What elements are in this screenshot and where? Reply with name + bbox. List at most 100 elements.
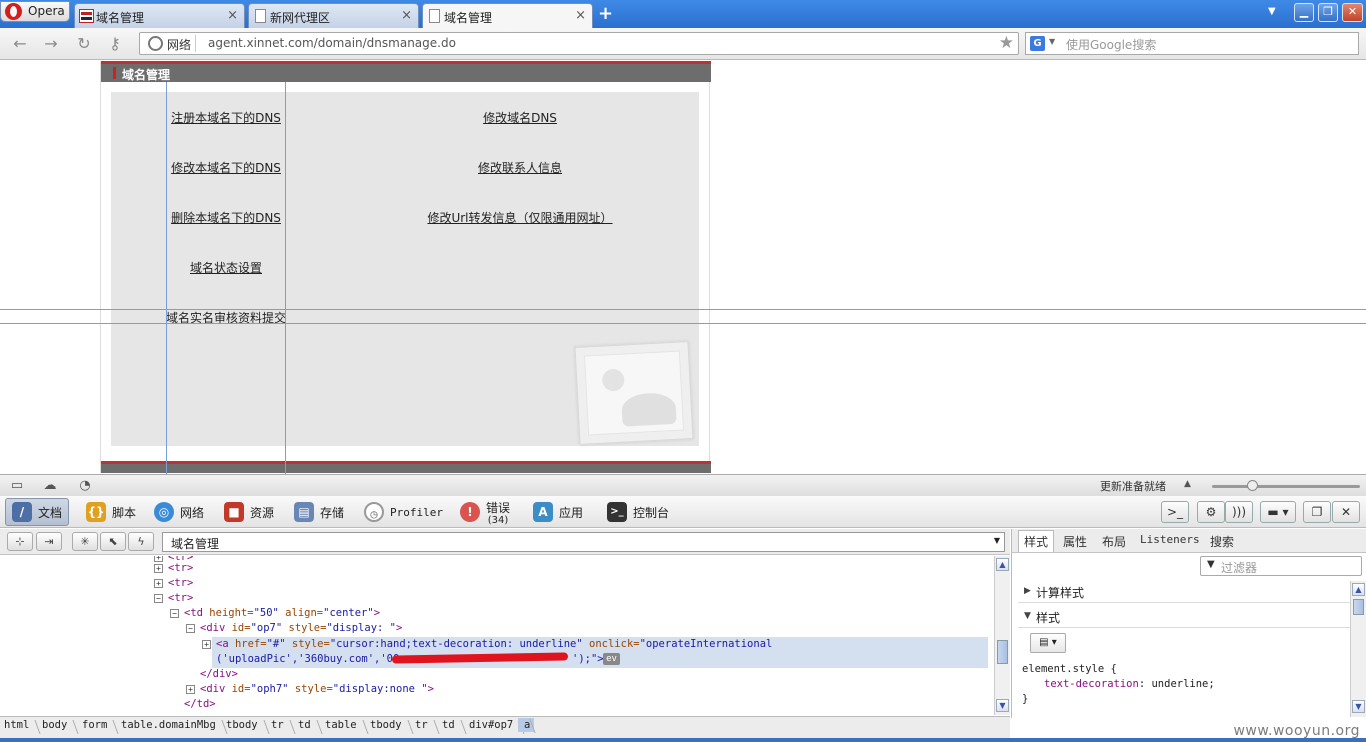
- link-modify-contact[interactable]: 修改联系人信息: [478, 159, 562, 176]
- expand-icon[interactable]: +: [154, 564, 163, 573]
- document-select[interactable]: 域名管理 ▼: [162, 532, 1005, 552]
- scroll-down-icon[interactable]: ▼: [1352, 700, 1365, 713]
- chevron-down-icon[interactable]: ▼: [1049, 37, 1055, 46]
- section-styles[interactable]: ▼ 样式: [1018, 606, 1350, 628]
- restore-button[interactable]: ❐: [1318, 3, 1338, 22]
- tab-network[interactable]: ◎ 网络: [148, 498, 210, 526]
- address-bar[interactable]: 网络 agent.xinnet.com/domain/dnsmanage.do …: [139, 32, 1019, 55]
- path-segment[interactable]: table: [325, 719, 367, 731]
- reload-icon[interactable]: ↻: [73, 34, 95, 54]
- path-segment[interactable]: tr: [271, 719, 294, 731]
- dom-tree-scrollbar[interactable]: ▲ ▼: [994, 556, 1010, 715]
- zoom-up-icon[interactable]: ▲: [1184, 479, 1191, 489]
- url-text[interactable]: agent.xinnet.com/domain/dnsmanage.do: [208, 36, 456, 50]
- console-toggle-icon[interactable]: >_: [1161, 501, 1189, 523]
- zoom-slider-knob[interactable]: [1247, 480, 1258, 491]
- tree-node-td[interactable]: <td height="50" align="center">: [184, 606, 380, 621]
- settings-gear-icon[interactable]: ⚙: [1197, 501, 1225, 523]
- tab-listeners[interactable]: Listeners: [1140, 533, 1200, 546]
- expand-icon[interactable]: +: [186, 685, 195, 694]
- path-segment-active[interactable]: a: [518, 718, 535, 732]
- link-modify-dns[interactable]: 修改本域名下的DNS: [171, 159, 281, 176]
- scroll-thumb[interactable]: [997, 640, 1008, 664]
- panel-toggle-icon[interactable]: ▭: [9, 478, 25, 493]
- scroll-down-icon[interactable]: ▼: [996, 699, 1009, 712]
- google-icon[interactable]: G: [1030, 36, 1045, 51]
- event-listener-badge[interactable]: ev: [603, 653, 620, 665]
- expand-icon[interactable]: +: [154, 579, 163, 588]
- scroll-thumb[interactable]: [1353, 599, 1364, 615]
- minimize-button[interactable]: ▁: [1294, 3, 1314, 22]
- security-badge[interactable]: 网络: [167, 36, 191, 53]
- chevron-down-icon[interactable]: ▼: [994, 536, 1000, 545]
- expand-icon[interactable]: +: [154, 556, 163, 562]
- path-segment[interactable]: table.domainMbg: [121, 719, 226, 731]
- link-register-dns[interactable]: 注册本域名下的DNS: [171, 109, 281, 126]
- path-segment[interactable]: tbody: [370, 719, 412, 731]
- forward-icon[interactable]: →: [40, 34, 62, 54]
- new-tab-button[interactable]: +: [598, 3, 613, 24]
- tree-view-icon[interactable]: ⊹: [7, 532, 33, 551]
- tab-properties[interactable]: 属性: [1063, 533, 1087, 550]
- tab-layout[interactable]: 布局: [1102, 533, 1126, 550]
- path-segment[interactable]: body: [42, 719, 77, 731]
- tab-profiler[interactable]: ◷ Profiler: [358, 498, 449, 526]
- close-tab-icon[interactable]: ×: [401, 8, 412, 23]
- back-icon[interactable]: ←: [9, 34, 31, 54]
- tree-node-close[interactable]: </div>: [200, 667, 238, 682]
- close-window-button[interactable]: ✕: [1342, 3, 1363, 22]
- opera-menu-button[interactable]: Opera: [0, 1, 70, 22]
- expand-icon[interactable]: +: [202, 640, 211, 649]
- select-cursor-icon[interactable]: ⬉: [100, 532, 126, 551]
- tab-applications[interactable]: A 应用: [527, 498, 589, 526]
- zoom-slider[interactable]: [1212, 485, 1360, 488]
- tab-scripts[interactable]: {} 脚本: [80, 498, 142, 526]
- speed-dial-icon[interactable]: ◔: [77, 478, 93, 493]
- link-modify-url-forward[interactable]: 修改Url转发信息（仅限通用网址）: [427, 209, 612, 226]
- section-computed-style[interactable]: ▶ 计算样式: [1018, 581, 1350, 603]
- cloud-icon[interactable]: ☁: [42, 478, 58, 493]
- tree-node[interactable]: <tr>: [168, 591, 193, 606]
- path-segment[interactable]: td: [442, 719, 465, 731]
- link-delete-dns[interactable]: 删除本域名下的DNS: [171, 209, 281, 226]
- pick-element-icon[interactable]: ✳: [72, 532, 98, 551]
- tab-list-dropdown-icon[interactable]: ▼: [1268, 6, 1276, 17]
- path-segment[interactable]: tr: [415, 719, 438, 731]
- collapse-icon[interactable]: −: [154, 594, 163, 603]
- bookmark-star-icon[interactable]: ★: [999, 33, 1014, 53]
- style-scrollbar[interactable]: ▲ ▼: [1350, 581, 1366, 717]
- tree-node[interactable]: <tr>: [168, 576, 193, 591]
- path-segment[interactable]: div#op7: [469, 719, 523, 731]
- tab-documents[interactable]: / 文档: [5, 498, 70, 526]
- close-devtools-icon[interactable]: ✕: [1332, 501, 1360, 523]
- export-icon[interactable]: ⇥: [36, 532, 62, 551]
- tree-node-close[interactable]: </td>: [184, 697, 216, 712]
- tree-node-div[interactable]: <div id="op7" style="display: ">: [200, 621, 402, 636]
- detach-window-icon[interactable]: ❐: [1303, 501, 1331, 523]
- style-filter-input[interactable]: ▼ 过滤器: [1200, 556, 1362, 576]
- tab-agent-area[interactable]: 新网代理区 ×: [248, 3, 419, 28]
- lightning-icon[interactable]: ϟ: [128, 532, 154, 551]
- dock-menu-icon[interactable]: ▬ ▾: [1260, 501, 1296, 523]
- tab-errors[interactable]: ! 错误 (34): [454, 498, 516, 526]
- path-segment[interactable]: form: [82, 719, 117, 731]
- tab-styles[interactable]: 样式: [1018, 530, 1055, 552]
- sound-icon[interactable]: ))): [1225, 501, 1253, 523]
- tab-storage[interactable]: ▤ 存储: [288, 498, 350, 526]
- tab-domain-management-active[interactable]: 域名管理 ×: [422, 3, 593, 29]
- dom-tree[interactable]: + <tr> + <tr> + <tr> − <tr> − <td height…: [0, 556, 994, 715]
- tab-console[interactable]: >_ 控制台: [601, 498, 675, 526]
- path-segment[interactable]: tbody: [226, 719, 268, 731]
- tree-node-div2[interactable]: <div id="oph7" style="display:none ">: [200, 682, 434, 697]
- path-segment[interactable]: td: [298, 719, 321, 731]
- link-domain-status[interactable]: 域名状态设置: [190, 259, 262, 276]
- search-field[interactable]: G ▼ 使用Google搜索: [1025, 32, 1359, 55]
- style-options-dropdown[interactable]: ▤ ▾: [1030, 633, 1066, 653]
- scroll-up-icon[interactable]: ▲: [996, 558, 1009, 571]
- tree-node[interactable]: <tr>: [168, 561, 193, 576]
- tab-resources[interactable]: ■ 资源: [218, 498, 280, 526]
- link-modify-domain-dns[interactable]: 修改域名DNS: [483, 109, 557, 126]
- close-tab-icon[interactable]: ×: [575, 8, 586, 23]
- key-icon[interactable]: ⚷: [104, 34, 126, 54]
- close-tab-icon[interactable]: ×: [227, 8, 238, 23]
